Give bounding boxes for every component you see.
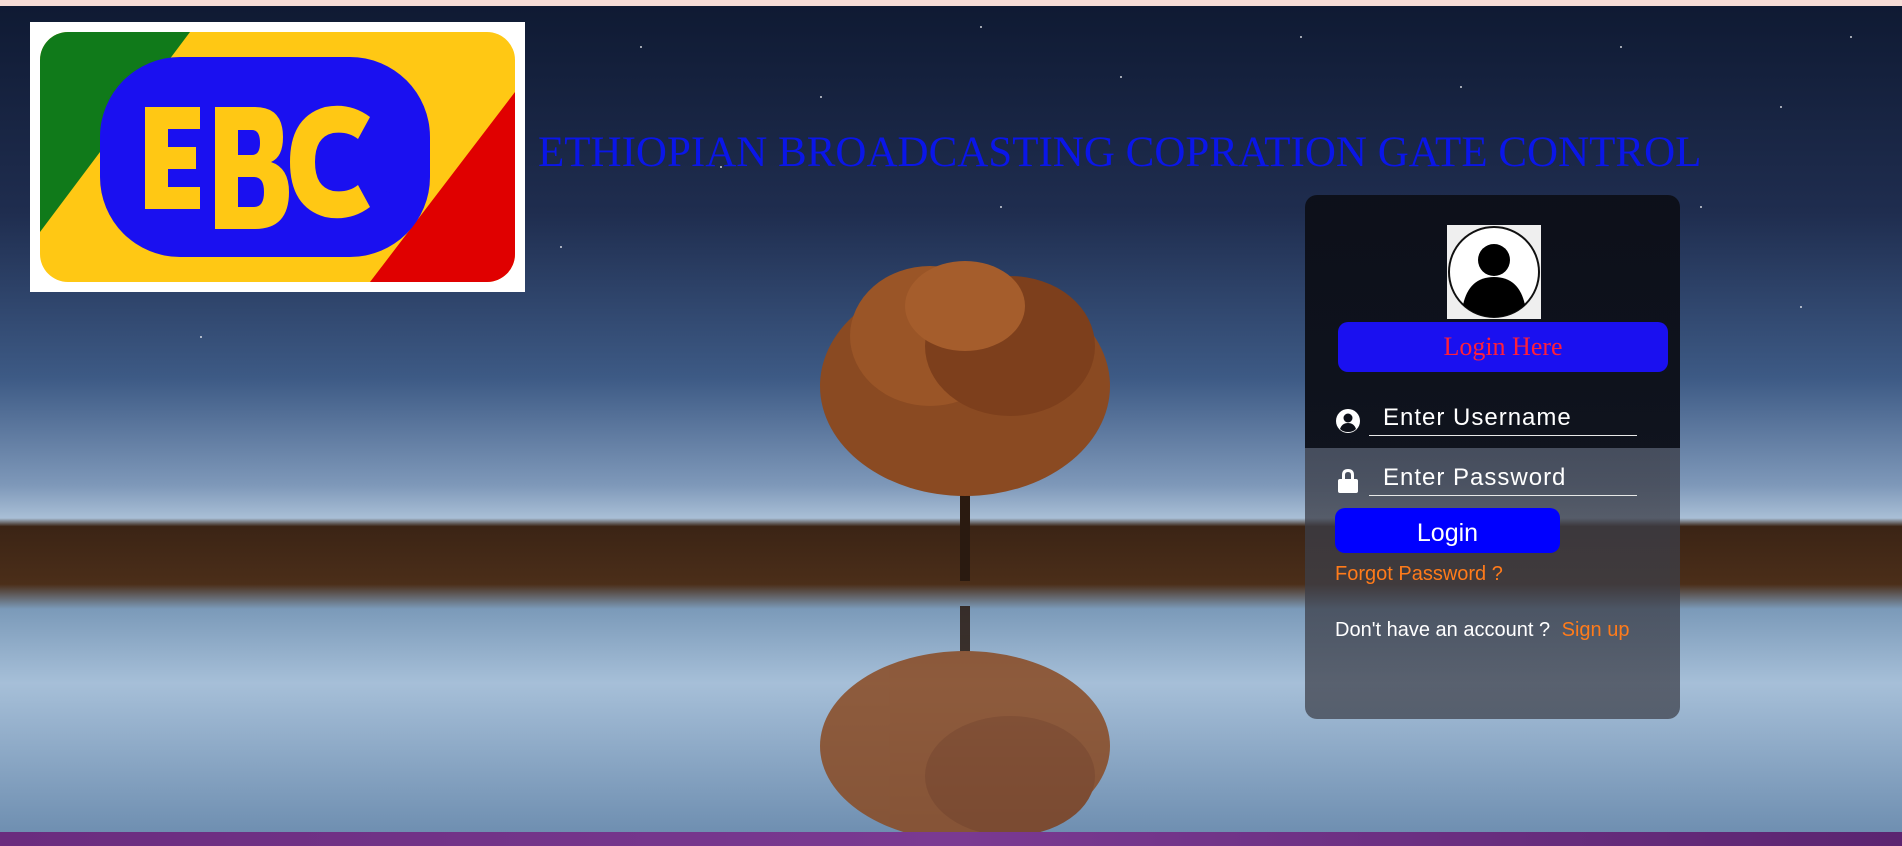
lock-icon — [1338, 469, 1358, 493]
forgot-password-link[interactable]: Forgot Password ? — [1335, 563, 1503, 586]
login-card: Login Here Login Forgot Password ? Don't… — [1305, 195, 1680, 719]
taskbar-strip — [0, 832, 1902, 846]
ebc-logo-graphic — [40, 32, 515, 282]
page-title: ETHIOPIAN BROADCASTING COPRATION GATE CO… — [538, 129, 1702, 176]
password-input[interactable] — [1369, 460, 1637, 496]
signup-link[interactable]: Sign up — [1562, 619, 1630, 641]
no-account-text: Don't have an account ? — [1335, 619, 1551, 641]
password-field-group — [1335, 460, 1637, 500]
signup-row: Don't have an account ? Sign up — [1335, 619, 1629, 642]
username-input[interactable] — [1369, 400, 1637, 436]
user-circle-icon — [1336, 409, 1360, 433]
user-avatar-icon — [1447, 225, 1541, 319]
login-heading: Login Here — [1338, 322, 1668, 372]
ebc-logo — [30, 22, 525, 292]
login-button[interactable]: Login — [1335, 508, 1560, 553]
username-field-group — [1335, 400, 1637, 440]
